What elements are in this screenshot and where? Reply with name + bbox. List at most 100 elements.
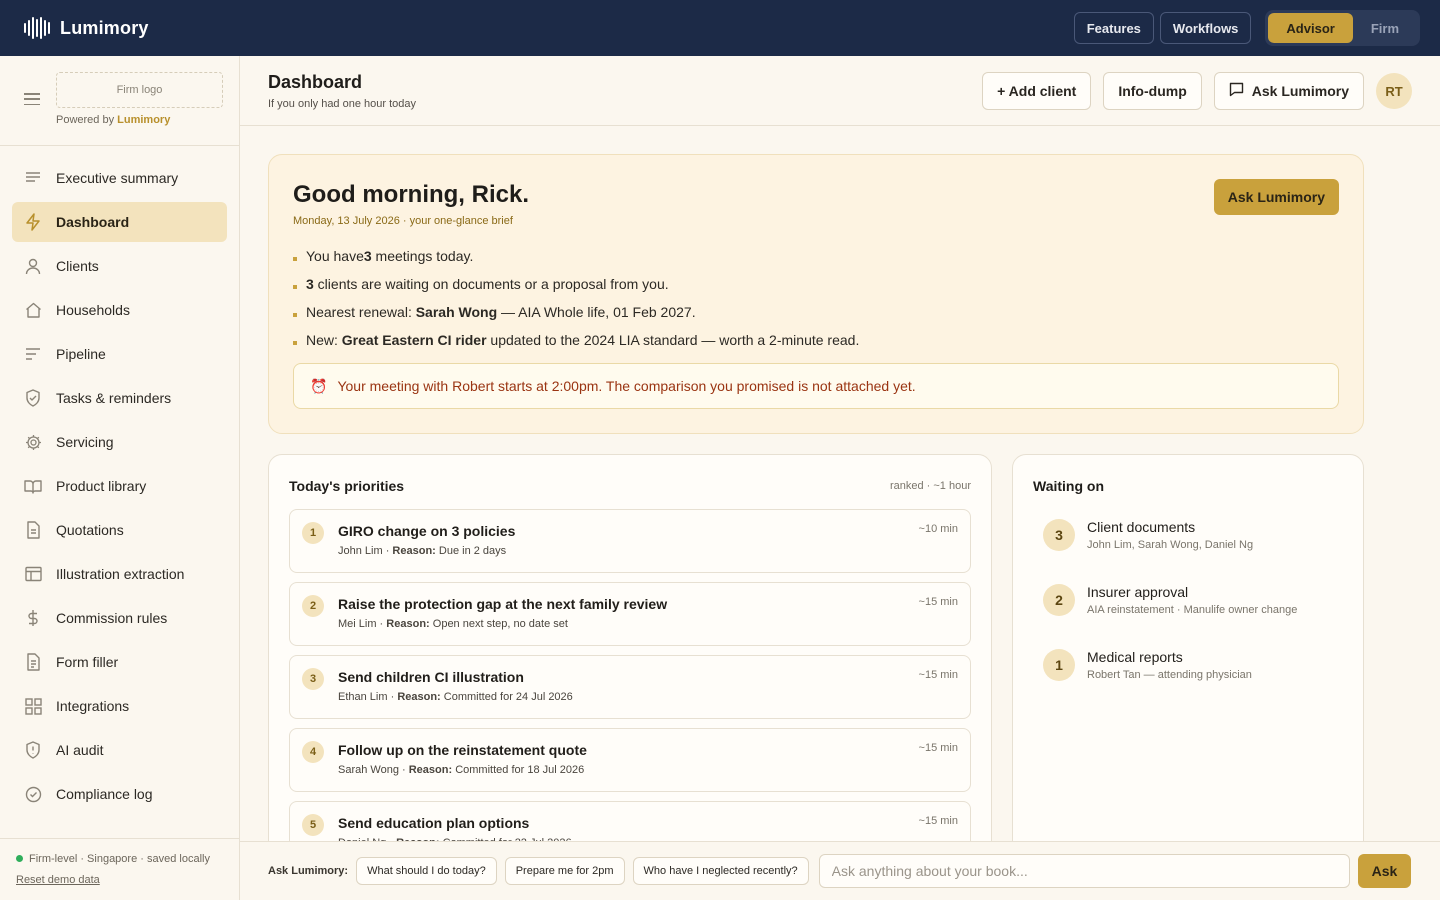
firm-logo-placeholder[interactable]: Firm logo — [56, 72, 223, 108]
priorities-meta: ranked · ~1 hour — [889, 480, 971, 492]
sidebar-item-dashboard[interactable]: Dashboard — [12, 202, 227, 242]
ask-input[interactable] — [818, 854, 1350, 888]
brief-item: New: Great Eastern CI rider updated to t… — [293, 326, 859, 354]
sidebar-item-executive-summary[interactable]: Executive summary — [12, 158, 227, 198]
sidebar: Firm logo Powered by Lumimory Executive … — [0, 56, 240, 900]
waiting-item[interactable]: 2 Insurer approval AIA reinstatement · M… — [1043, 584, 1343, 649]
features-button[interactable]: Features — [1073, 12, 1154, 44]
waiting-count: 3 — [1043, 519, 1075, 551]
waiting-count: 2 — [1043, 584, 1075, 616]
waiting-detail: Robert Tan — attending physician — [1087, 669, 1252, 681]
powered-by: Powered by Lumimory — [56, 114, 170, 126]
priorities-title: Today's priorities — [289, 478, 405, 494]
workflows-button[interactable]: Workflows — [1159, 12, 1252, 44]
waiting-count: 1 — [1043, 649, 1075, 681]
sidebar-item-quotations[interactable]: Quotations — [12, 510, 227, 550]
alarm-clock-icon: ⏰ — [310, 377, 328, 394]
waiting-item[interactable]: 3 Client documents John Lim, Sarah Wong,… — [1043, 519, 1343, 584]
ask-lumimory-header-button[interactable]: Ask Lumimory — [1213, 72, 1364, 110]
sidebar-item-tasks-reminders[interactable]: Tasks & reminders — [12, 378, 227, 418]
suggestion-chip-2pm[interactable]: Prepare me for 2pm — [504, 857, 625, 885]
priorities-list: 1 GIRO change on 3 policies John Lim · R… — [289, 509, 971, 873]
reset-demo-link[interactable]: Reset demo data — [16, 874, 223, 886]
waiting-title: Insurer approval — [1087, 584, 1189, 600]
priority-detail: John Lim · Reason: Due in 2 days — [338, 545, 507, 557]
sidebar-item-ai-audit[interactable]: AI audit — [12, 730, 227, 770]
waiting-title: Medical reports — [1087, 649, 1183, 665]
greeting-title: Good morning, Rick. — [293, 181, 530, 208]
home-icon — [24, 301, 42, 319]
sidebar-item-servicing[interactable]: Servicing — [12, 422, 227, 462]
user-avatar[interactable]: RT — [1376, 73, 1412, 109]
meeting-alert[interactable]: ⏰ Your meeting with Robert starts at 2:0… — [293, 363, 1339, 409]
shield-check-icon — [24, 389, 42, 407]
mode-firm-tab[interactable]: Firm — [1353, 13, 1417, 43]
sidebar-item-label: Product library — [56, 478, 147, 494]
page-title: Dashboard — [268, 72, 363, 92]
priority-rank: 3 — [302, 668, 324, 690]
ask-lumimory-button[interactable]: Ask Lumimory — [1213, 179, 1339, 215]
form-icon — [24, 653, 42, 671]
priority-item[interactable]: 4 Follow up on the reinstatement quote S… — [289, 728, 971, 792]
ask-bar-label: Ask Lumimory: — [268, 865, 349, 877]
gear-icon — [24, 433, 42, 451]
priority-item[interactable]: 1 GIRO change on 3 policies John Lim · R… — [289, 509, 971, 573]
brief-item: 3 clients are waiting on documents or a … — [293, 270, 859, 298]
bolt-icon — [24, 213, 42, 231]
waiting-on-list: 3 Client documents John Lim, Sarah Wong,… — [1043, 519, 1343, 714]
waiting-title: Client documents — [1087, 519, 1196, 535]
powered-by-label: Powered by — [56, 114, 115, 126]
hamburger-menu-icon[interactable] — [24, 93, 40, 105]
sidebar-item-label: Illustration extraction — [56, 566, 185, 582]
brand-logo-icon — [24, 17, 50, 39]
suggestion-chip-today[interactable]: What should I do today? — [356, 857, 497, 885]
priority-rank: 4 — [302, 741, 324, 763]
waiting-item[interactable]: 1 Medical reports Robert Tan — attending… — [1043, 649, 1343, 714]
sidebar-footer: Firm-level · Singapore · saved locally R… — [0, 838, 239, 900]
info-dump-button[interactable]: Info-dump — [1103, 72, 1202, 110]
sidebar-item-form-filler[interactable]: Form filler — [12, 642, 227, 682]
sidebar-item-label: Form filler — [56, 654, 119, 670]
priority-item[interactable]: 2 Raise the protection gap at the next f… — [289, 582, 971, 646]
sidebar-item-label: Dashboard — [56, 214, 130, 230]
ask-lumimory-label: Ask Lumimory — [1251, 83, 1349, 99]
lines-icon — [24, 169, 42, 187]
header-actions: + Add client Info-dump Ask Lumimory RT — [982, 72, 1412, 110]
add-client-button[interactable]: + Add client — [982, 72, 1092, 110]
page-subtitle: If you only had one hour today — [268, 98, 416, 110]
priority-time: ~15 min — [918, 669, 958, 681]
sidebar-item-households[interactable]: Households — [12, 290, 227, 330]
waiting-on-title: Waiting on — [1033, 478, 1105, 494]
priority-rank: 2 — [302, 595, 324, 617]
storage-status-text: Firm-level · Singapore · saved locally — [29, 853, 210, 865]
sidebar-item-label: Servicing — [56, 434, 114, 450]
sidebar-item-product-library[interactable]: Product library — [12, 466, 227, 506]
brand-name: Lumimory — [60, 17, 149, 38]
chat-icon — [1229, 82, 1244, 100]
sidebar-item-compliance-log[interactable]: Compliance log — [12, 774, 227, 814]
sidebar-item-commission-rules[interactable]: Commission rules — [12, 598, 227, 638]
priority-detail: Ethan Lim · Reason: Committed for 24 Jul… — [338, 691, 573, 703]
brand[interactable]: Lumimory — [24, 17, 149, 39]
priority-item[interactable]: 3 Send children CI illustration Ethan Li… — [289, 655, 971, 719]
sidebar-item-pipeline[interactable]: Pipeline — [12, 334, 227, 374]
document-icon — [24, 521, 42, 539]
suggestion-chip-neglected[interactable]: Who have I neglected recently? — [632, 857, 809, 885]
sidebar-item-illustration-extraction[interactable]: Illustration extraction — [12, 554, 227, 594]
mode-advisor-tab[interactable]: Advisor — [1268, 13, 1353, 43]
sidebar-item-label: Pipeline — [56, 346, 106, 362]
priority-title: Send children CI illustration — [338, 669, 524, 685]
sidebar-item-integrations[interactable]: Integrations — [12, 686, 227, 726]
brief-item: Nearest renewal: Sarah Wong — AIA Whole … — [293, 298, 859, 326]
sidebar-item-clients[interactable]: Clients — [12, 246, 227, 286]
waiting-detail: John Lim, Sarah Wong, Daniel Ng — [1087, 539, 1254, 551]
priority-time: ~10 min — [918, 523, 958, 535]
priority-detail: Sarah Wong · Reason: Committed for 18 Ju… — [338, 764, 585, 776]
shield-alert-icon — [24, 741, 42, 759]
sidebar-header: Firm logo Powered by Lumimory — [0, 56, 239, 146]
top-actions: Features Workflows Advisor Firm — [1073, 10, 1420, 46]
priority-title: Send education plan options — [338, 815, 530, 831]
ask-submit-button[interactable]: Ask — [1357, 854, 1412, 888]
priority-title: GIRO change on 3 policies — [338, 523, 516, 539]
sidebar-item-label: Tasks & reminders — [56, 390, 172, 406]
